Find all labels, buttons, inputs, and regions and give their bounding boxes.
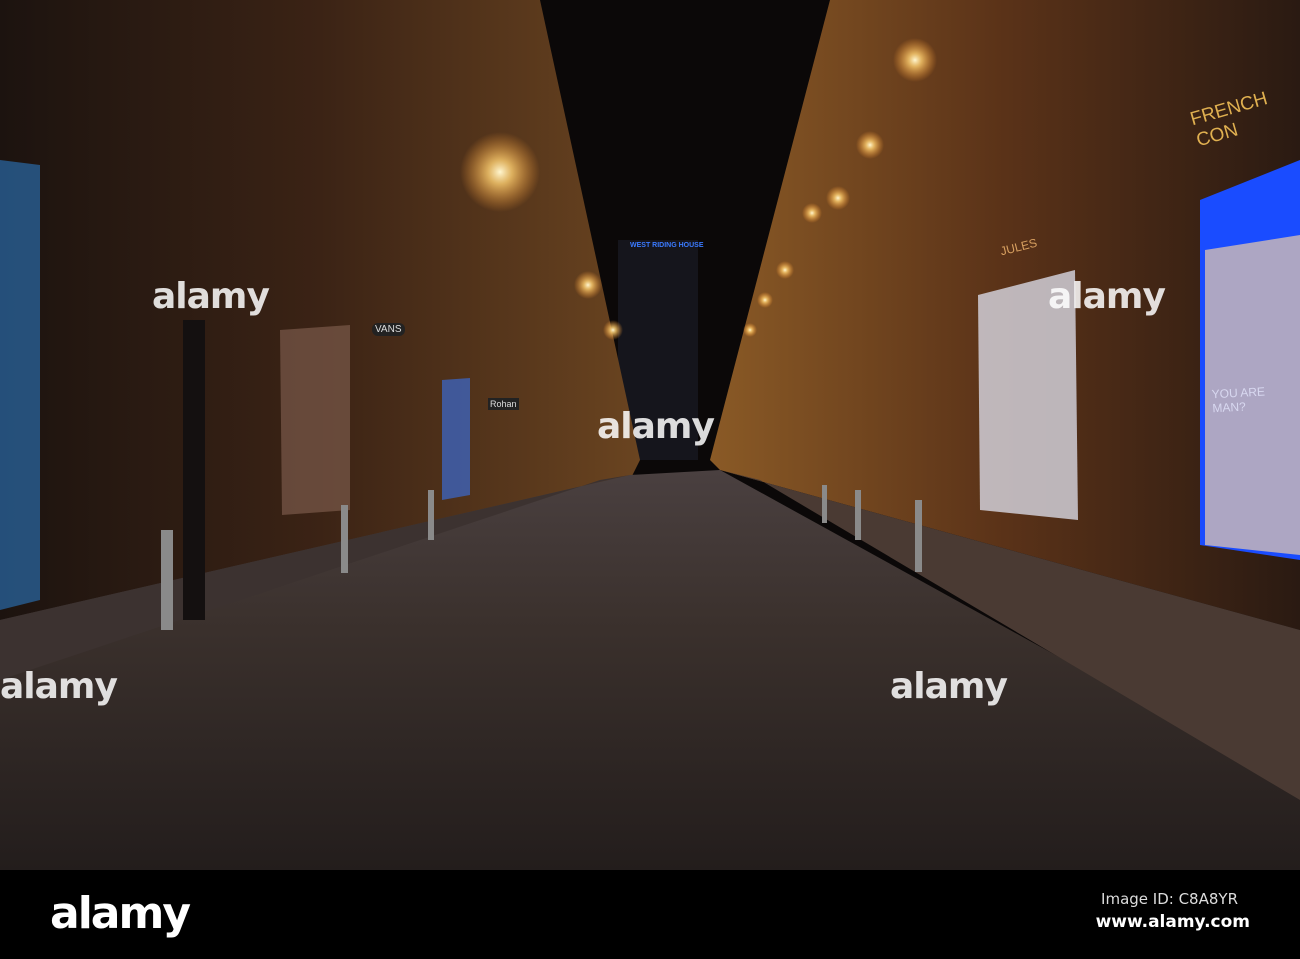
poster-headline: YOU ARE MAN? [1211, 384, 1266, 416]
shop-window [280, 325, 350, 515]
stock-photo: WEST RIDING HOUSE FRENCH CON YOU ARE MAN… [0, 0, 1300, 959]
watermark: alamy [890, 666, 1008, 707]
image-id: Image ID: C8A8YR [1101, 890, 1238, 908]
rohan-sign: Rohan [488, 398, 519, 410]
watermark: alamy [152, 276, 270, 317]
lamp-post [183, 320, 205, 620]
watermark: alamy [1048, 276, 1166, 317]
shop-window-blue [442, 378, 470, 500]
site-url: www.alamy.com [1095, 912, 1250, 932]
alamy-logo: alamy [50, 888, 191, 939]
watermark: alamy [597, 406, 715, 447]
footer-bar: alamy Image ID: C8A8YR www.alamy.com [0, 870, 1300, 959]
watermark: alamy [0, 666, 118, 707]
vans-sign: VANS [372, 323, 405, 336]
blue-shop-window-left [0, 160, 40, 610]
tower-sign: WEST RIDING HOUSE [630, 242, 704, 249]
